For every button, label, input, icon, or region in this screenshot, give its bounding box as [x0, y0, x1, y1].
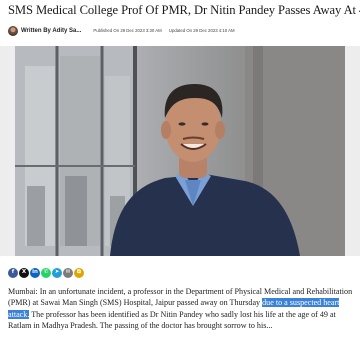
copy-link-icon[interactable]: ⧉ [74, 268, 84, 278]
author-avatar[interactable] [8, 25, 18, 36]
telegram-icon[interactable]: ➤ [52, 268, 62, 278]
article-title: SMS Medical College Prof Of PMR, Dr Niti… [8, 3, 360, 17]
email-icon[interactable]: ✉ [63, 268, 73, 278]
article-meta: Written By Adity Sa... Published On 29 D… [8, 24, 235, 37]
twitter-x-icon[interactable]: X [19, 268, 29, 278]
facebook-icon[interactable]: f [8, 268, 18, 278]
author-link[interactable]: Written By Adity Sa... [21, 28, 81, 34]
whatsapp-icon[interactable]: ✆ [41, 268, 51, 278]
article-dates: Published On 29 Dec 2023 3:30 AM Updated… [93, 28, 234, 33]
article-body: Mumbai: In an unfortunate incident, a pr… [8, 286, 354, 332]
share-bar: f Xin ✆ ➤ ✉ ⧉ [8, 268, 84, 278]
updated-date: Updated On 29 Dec 2023 4:10 AM [168, 28, 235, 33]
article-text-continued: The professor has been identified as Dr … [8, 309, 336, 331]
published-date: Published On 29 Dec 2023 3:30 AM [93, 28, 162, 33]
linkedin-icon[interactable]: in [30, 268, 40, 278]
article-photo [15, 46, 345, 256]
